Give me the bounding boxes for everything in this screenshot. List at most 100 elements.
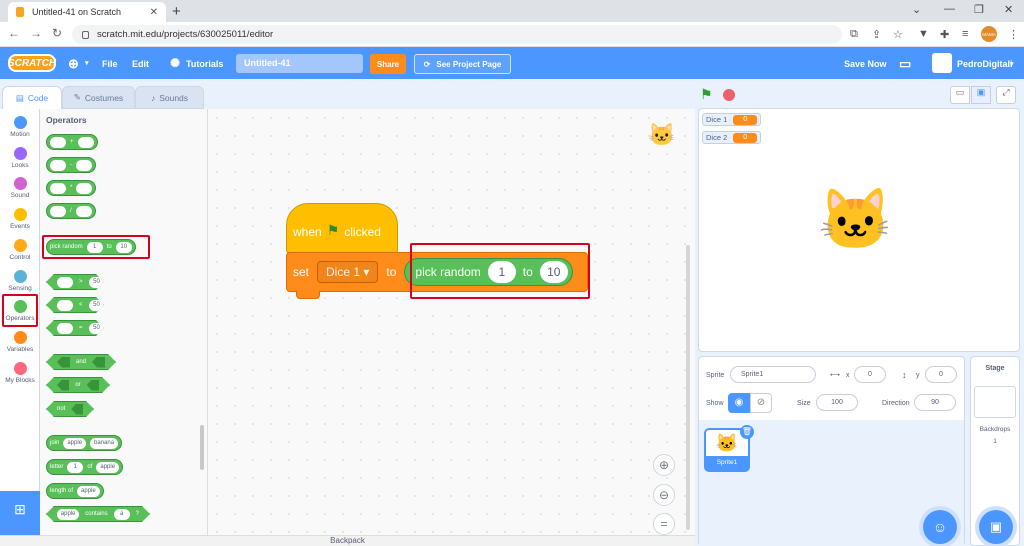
variable-monitor[interactable]: Dice 2 0 [702, 131, 762, 144]
language-globe-icon[interactable]: ⊕ [68, 56, 79, 72]
tab-costumes[interactable]: ✎ Costumes [62, 86, 135, 109]
arith-input-b[interactable] [75, 205, 92, 217]
my-stuff-folder-icon[interactable]: ▭ [899, 56, 911, 72]
arith-input-a[interactable] [50, 182, 66, 194]
palette-arith-block[interactable]: + [46, 134, 98, 150]
small-stage-icon[interactable]: ▭ [950, 86, 970, 104]
url-bar[interactable]: scratch.mit.edu/projects/630025011/edito… [72, 25, 842, 44]
hide-eye-icon[interactable]: ⊘ [750, 393, 772, 413]
join-b[interactable]: banana [90, 437, 119, 449]
reload-icon[interactable]: ↻ [52, 26, 62, 40]
not-slot[interactable] [71, 404, 83, 415]
backpack[interactable]: Backpack [0, 535, 695, 546]
category-my-blocks[interactable]: My Blocks [0, 359, 40, 390]
compare-input-a[interactable] [57, 277, 73, 288]
workspace-scrollbar[interactable] [686, 245, 690, 530]
pick-random-to[interactable]: 10 [115, 241, 132, 253]
forward-icon[interactable]: → [30, 26, 42, 40]
edit-menu[interactable]: Edit [132, 59, 149, 69]
palette-arith-block[interactable]: * [46, 180, 97, 196]
size-input[interactable]: 100 [816, 394, 858, 411]
share-page-icon[interactable]: ⇪ [872, 28, 881, 41]
letter-n[interactable]: 1 [67, 461, 84, 473]
user-avatar[interactable] [932, 53, 952, 73]
palette-contains-block[interactable]: apple contains a ? [46, 506, 150, 522]
back-icon[interactable]: ← [8, 26, 20, 40]
tab-sounds[interactable]: ♪ Sounds [135, 86, 204, 109]
join-a[interactable]: apple [63, 437, 87, 449]
delete-sprite-icon[interactable]: 🗑 [740, 425, 754, 439]
and-slot-a[interactable] [57, 357, 70, 368]
zoom-reset-button[interactable]: = [653, 513, 675, 535]
palette-scrollbar[interactable] [200, 425, 204, 470]
extensions-puzzle-icon[interactable]: ✚ [940, 28, 949, 41]
share-button[interactable]: Share [370, 54, 406, 74]
letter-word[interactable]: apple [96, 461, 120, 473]
and-slot-b[interactable] [92, 357, 105, 368]
palette-letter-block[interactable]: letter 1 of apple [46, 459, 124, 475]
category-sound[interactable]: Sound [0, 174, 40, 205]
category-motion[interactable]: Motion [0, 113, 40, 144]
profile-avatar[interactable]: MAMA [981, 26, 997, 42]
project-title-input[interactable]: Untitled-41 [236, 54, 363, 73]
fullscreen-icon[interactable]: ⤢ [996, 86, 1016, 104]
palette-compare-block[interactable]: >50 [46, 274, 104, 290]
palette-compare-block[interactable]: = 50 [46, 320, 104, 336]
or-slot-a[interactable] [57, 380, 69, 391]
choose-backdrop-button[interactable]: ▣ [979, 510, 1013, 544]
palette-length-block[interactable]: length of apple [46, 483, 104, 499]
arith-input-a[interactable] [50, 159, 66, 171]
account-caret-icon[interactable]: ▾ [1010, 60, 1014, 68]
arith-input-a[interactable] [50, 205, 66, 217]
direction-input[interactable]: 90 [914, 394, 956, 411]
palette-and-block[interactable]: and [46, 354, 116, 370]
palette-or-block[interactable]: or [46, 377, 110, 393]
scratch-logo[interactable]: SCRATCH [8, 54, 56, 72]
variable-dropdown[interactable]: Dice 1 ▾ [317, 261, 379, 283]
cat-sprite-icon[interactable]: 🐱 [818, 190, 893, 250]
stop-icon[interactable] [723, 89, 735, 101]
close-tab-icon[interactable]: ✕ [150, 7, 158, 18]
arith-input-b[interactable] [77, 136, 94, 148]
tutorials-menu[interactable]: Tutorials [186, 59, 223, 69]
arith-input-b[interactable] [76, 182, 93, 194]
y-input[interactable]: 0 [925, 366, 957, 383]
compare-input-a[interactable] [57, 323, 73, 334]
category-control[interactable]: Control [0, 236, 40, 267]
palette-compare-block[interactable]: <50 [46, 297, 104, 313]
contains-word[interactable]: apple [57, 509, 79, 520]
category-sensing[interactable]: Sensing [0, 267, 40, 298]
save-now-button[interactable]: Save Now [844, 59, 887, 69]
length-word[interactable]: apple [77, 485, 100, 497]
palette-not-block[interactable]: not [46, 401, 94, 417]
reading-list-icon[interactable]: ≡ [962, 28, 968, 40]
new-tab-icon[interactable]: + [172, 3, 181, 20]
arith-input-a[interactable] [50, 136, 66, 148]
green-flag-run-icon[interactable]: ⚑ [700, 86, 713, 103]
large-stage-icon[interactable]: ▣ [971, 86, 991, 104]
minimize-icon[interactable]: — [944, 3, 955, 15]
tab-code[interactable]: ▤ Code [2, 86, 62, 109]
close-window-icon[interactable]: ✕ [1004, 3, 1013, 16]
category-variables[interactable]: Variables [0, 328, 40, 359]
backdrop-thumbnail[interactable] [974, 386, 1016, 418]
file-menu[interactable]: File [102, 59, 118, 69]
maximize-icon[interactable]: ❐ [974, 3, 984, 16]
show-eye-icon[interactable]: ◉ [728, 393, 750, 413]
variable-monitor[interactable]: Dice 1 0 [702, 113, 762, 126]
pick-random-from[interactable]: 1 [86, 241, 103, 253]
bookmark-star-icon[interactable]: ☆ [893, 28, 903, 41]
arith-input-b[interactable] [76, 159, 92, 171]
palette-arith-block[interactable]: - [46, 157, 96, 173]
palette-pick-random-block[interactable]: pick random 1 to 10 [46, 239, 136, 255]
language-caret-icon[interactable]: ▾ [85, 59, 89, 67]
see-project-page-button[interactable]: ⟳ See Project Page [414, 54, 511, 74]
zoom-in-button[interactable]: ⊕ [653, 454, 675, 476]
chrome-menu-icon[interactable]: ⋮ [1008, 28, 1019, 41]
palette-arith-block[interactable]: / [46, 203, 96, 219]
extension-filter-icon[interactable]: ▼ [918, 28, 929, 40]
when-flag-clicked-block[interactable]: when ⚑ clicked [286, 203, 398, 254]
sprite-name-input[interactable]: Sprite1 [730, 366, 816, 383]
choose-sprite-button[interactable]: ☺ [923, 510, 957, 544]
zoom-out-button[interactable]: ⊖ [653, 484, 675, 506]
